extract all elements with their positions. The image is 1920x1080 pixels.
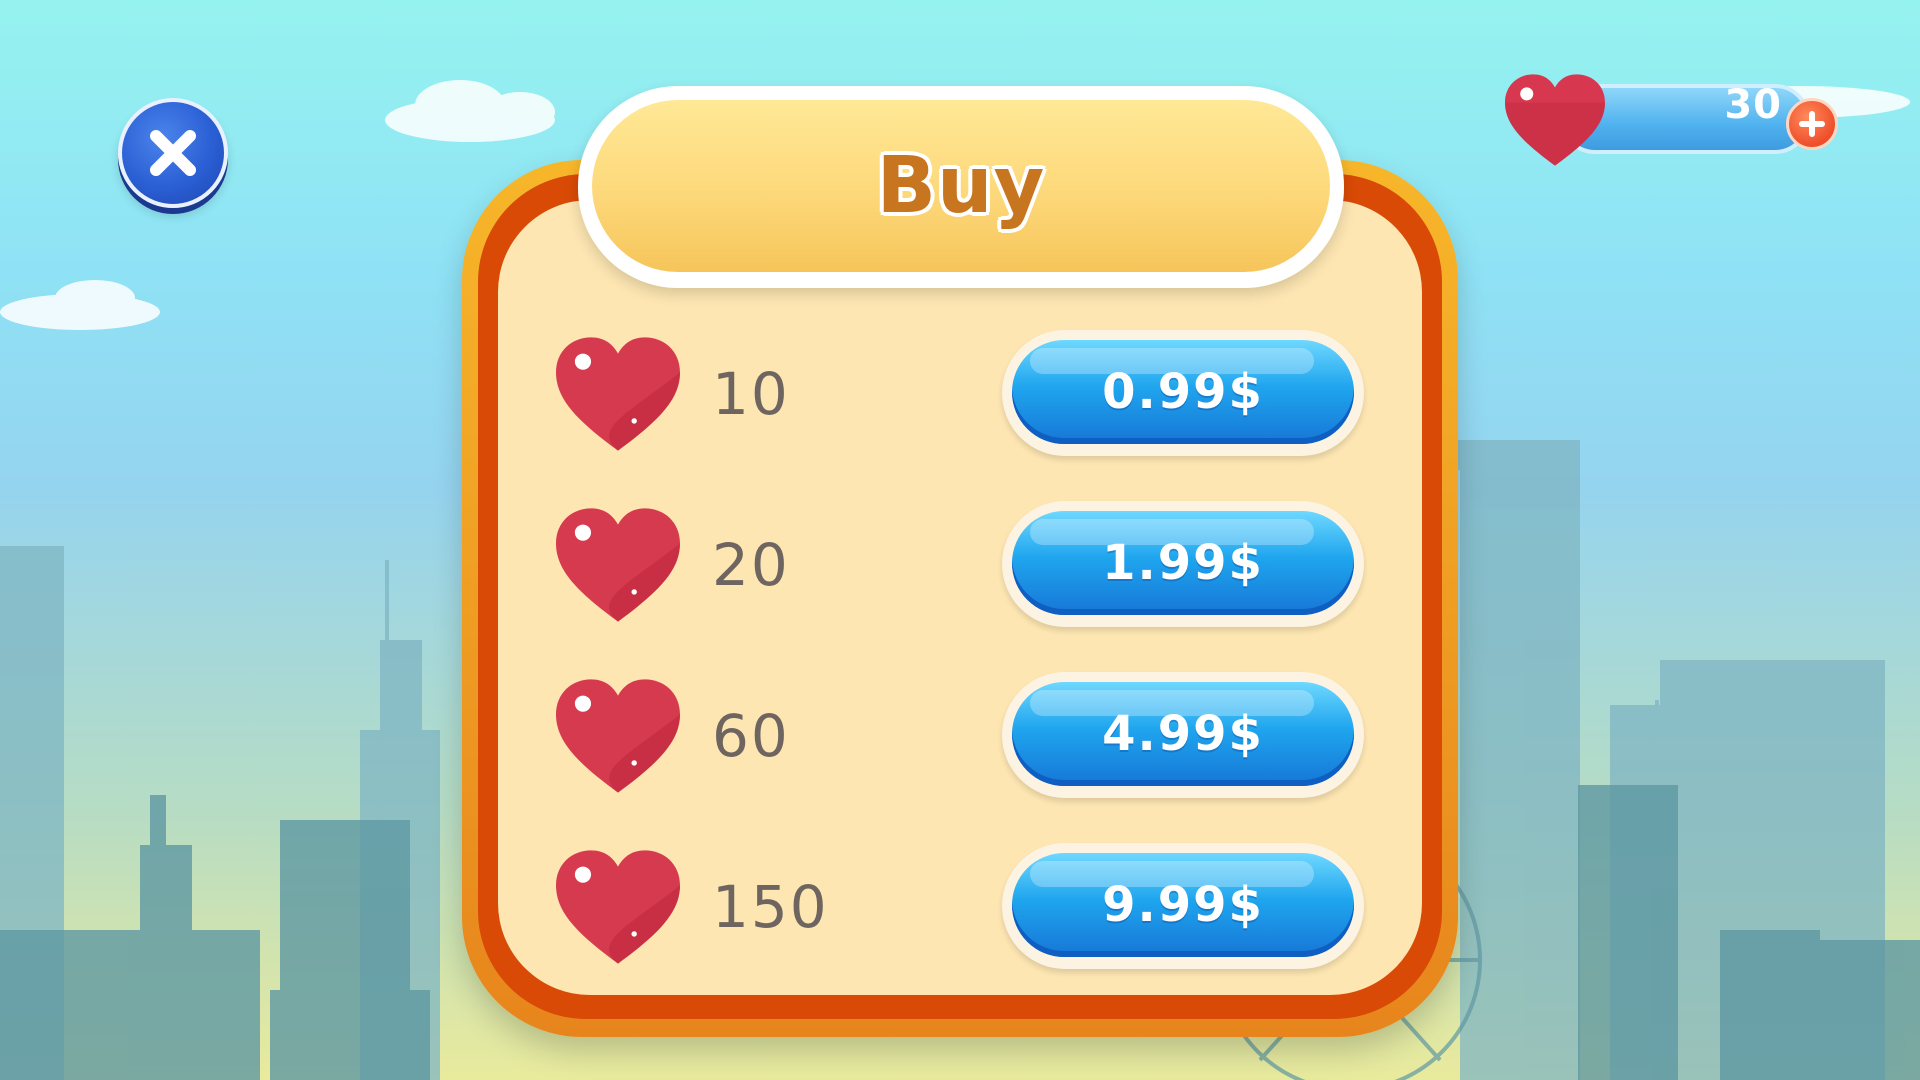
offer-row: 10 0.99$	[550, 330, 1380, 462]
hearts-count: 30	[1724, 82, 1782, 128]
offer-quantity: 10	[712, 360, 790, 428]
title-plate: Buy	[578, 86, 1344, 288]
close-button[interactable]	[118, 98, 228, 208]
price-label: 0.99$	[1102, 364, 1264, 420]
heart-icon	[556, 679, 680, 793]
heart-icon	[556, 850, 680, 964]
heart-icon	[1505, 74, 1605, 166]
price-label: 4.99$	[1102, 706, 1264, 762]
buy-button[interactable]: 4.99$	[1002, 672, 1364, 798]
offer-row: 150 9.99$	[550, 843, 1380, 975]
offer-quantity: 60	[712, 702, 790, 770]
add-hearts-button[interactable]	[1786, 98, 1838, 150]
heart-icon	[556, 337, 680, 451]
heart-icon	[556, 508, 680, 622]
buy-button[interactable]: 9.99$	[1002, 843, 1364, 969]
price-label: 1.99$	[1102, 535, 1264, 591]
buy-button[interactable]: 0.99$	[1002, 330, 1364, 456]
offer-row: 20 1.99$	[550, 501, 1380, 633]
offer-quantity: 20	[712, 531, 790, 599]
offer-quantity: 150	[712, 873, 829, 941]
close-icon	[150, 130, 196, 176]
offer-row: 60 4.99$	[550, 672, 1380, 804]
price-label: 9.99$	[1102, 877, 1264, 933]
hearts-counter: 30	[1500, 70, 1840, 180]
plus-icon	[1799, 111, 1825, 137]
buy-button[interactable]: 1.99$	[1002, 501, 1364, 627]
panel-title: Buy	[876, 141, 1046, 231]
